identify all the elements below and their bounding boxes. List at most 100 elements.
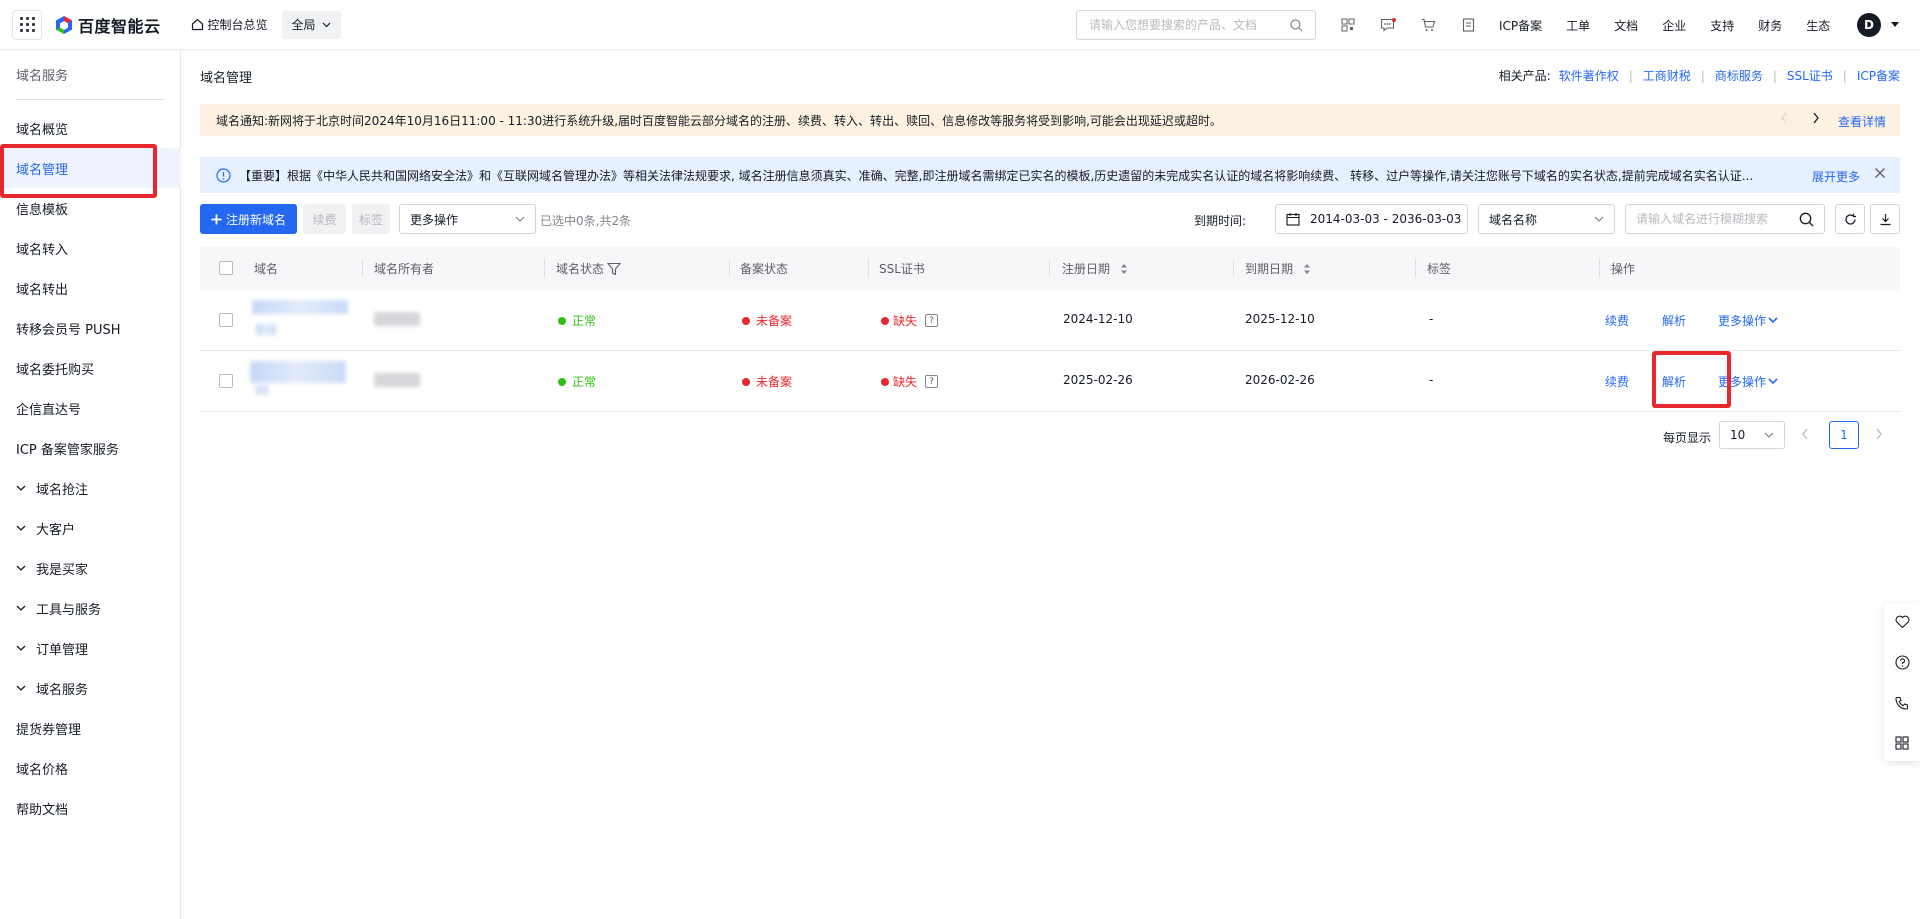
selection-count: 已选中0条,共2条 <box>540 214 632 228</box>
separator: | <box>1772 68 1777 83</box>
next-page-icon[interactable] <box>1875 428 1883 440</box>
chevron-left-icon[interactable] <box>1780 112 1788 124</box>
domain-name-redacted[interactable] <box>250 361 346 383</box>
ssl-status: 缺失? <box>881 312 939 329</box>
select-all-checkbox[interactable] <box>219 261 233 275</box>
global-search[interactable] <box>1076 10 1316 40</box>
related-link-trademark[interactable]: 商标服务 <box>1715 67 1763 84</box>
close-icon[interactable] <box>1874 167 1886 179</box>
filter-icon[interactable] <box>607 262 622 276</box>
nav-ecosystem[interactable]: 生态 <box>1806 17 1830 34</box>
baidu-cloud-logo[interactable]: 百度智能云 <box>54 13 161 37</box>
help-icon[interactable]: ? <box>925 375 939 388</box>
search-field-select[interactable]: 域名名称 <box>1478 204 1615 234</box>
resolve-link[interactable]: 解析 <box>1662 373 1686 390</box>
download-button[interactable] <box>1870 204 1900 234</box>
per-page-select[interactable]: 10 <box>1719 421 1785 449</box>
caret-down-icon[interactable] <box>1891 22 1899 27</box>
per-page-label: 每页显示 <box>1663 431 1712 445</box>
renew-link[interactable]: 续费 <box>1605 312 1629 329</box>
help-icon[interactable]: ? <box>925 314 939 327</box>
related-link-software-copyright[interactable]: 软件著作权 <box>1559 67 1619 84</box>
nav-support[interactable]: 支持 <box>1710 17 1734 34</box>
region-selector[interactable]: 全局 <box>281 10 341 39</box>
message-icon[interactable] <box>1378 15 1398 35</box>
domain-name-redacted[interactable] <box>256 385 268 395</box>
cart-icon[interactable] <box>1418 15 1438 35</box>
sidebar-item[interactable]: 域名委托购买 <box>0 348 181 388</box>
page-number-current[interactable]: 1 <box>1829 421 1859 449</box>
renew-link[interactable]: 续费 <box>1605 373 1629 390</box>
chevron-right-icon[interactable] <box>1812 112 1820 124</box>
sidebar-item[interactable]: 大客户 <box>0 508 181 548</box>
console-overview-label: 控制台总览 <box>207 18 268 32</box>
domain-search-input[interactable] <box>1636 212 1799 226</box>
sidebar-item[interactable]: 企信直达号 <box>0 388 181 428</box>
tag-button[interactable]: 标签 <box>352 204 390 234</box>
related-link-business-tax[interactable]: 工商财税 <box>1643 67 1691 84</box>
console-overview-link[interactable]: 控制台总览 <box>191 16 268 33</box>
search-icon[interactable] <box>1290 18 1303 32</box>
beian-status-text: 未备案 <box>756 314 793 328</box>
expand-more-link[interactable]: 展开更多 <box>1812 168 1860 185</box>
more-actions-dropdown[interactable]: 更多操作 <box>1718 312 1778 329</box>
domain-name-redacted[interactable] <box>256 324 276 335</box>
sidebar-item[interactable]: ICP 备案管家服务 <box>0 428 181 468</box>
resolve-link[interactable]: 解析 <box>1662 312 1686 329</box>
sidebar-item[interactable]: 帮助文档 <box>0 788 181 828</box>
row-checkbox[interactable] <box>219 374 233 388</box>
sidebar-item[interactable]: 域名管理 <box>0 148 181 188</box>
refresh-button[interactable] <box>1835 204 1865 234</box>
header-reg-date[interactable]: 注册日期 <box>1062 260 1128 277</box>
related-link-ssl[interactable]: SSL证书 <box>1787 67 1833 84</box>
nav-docs[interactable]: 文档 <box>1614 17 1638 34</box>
global-search-input[interactable] <box>1089 18 1290 32</box>
top-nav-links: ICP备案 工单 文档 企业 支持 财务 生态 <box>1499 0 1854 50</box>
beian-status-text: 未备案 <box>756 375 793 389</box>
nav-icp[interactable]: ICP备案 <box>1499 17 1542 34</box>
sidebar-item[interactable]: 域名抢注 <box>0 468 181 508</box>
domain-name-redacted[interactable] <box>252 300 348 314</box>
nav-enterprise[interactable]: 企业 <box>1662 17 1686 34</box>
renew-button[interactable]: 续费 <box>303 204 346 234</box>
heart-icon[interactable] <box>1894 614 1910 630</box>
more-operations-label: 更多操作 <box>410 212 459 227</box>
sidebar-item[interactable]: 域名概览 <box>0 108 181 148</box>
sidebar-item[interactable]: 域名转出 <box>0 268 181 308</box>
header-exp-date[interactable]: 到期日期 <box>1245 260 1311 277</box>
sort-icon[interactable] <box>1303 263 1311 275</box>
row-checkbox[interactable] <box>219 313 233 327</box>
sidebar-item[interactable]: 工具与服务 <box>0 588 181 628</box>
sidebar-item[interactable]: 订单管理 <box>0 628 181 668</box>
user-avatar[interactable]: D <box>1857 13 1881 37</box>
refresh-icon <box>1844 213 1856 225</box>
nav-ticket[interactable]: 工单 <box>1566 17 1590 34</box>
register-domain-button[interactable]: 注册新域名 <box>200 204 297 234</box>
document-icon[interactable] <box>1458 15 1478 35</box>
related-link-icp[interactable]: ICP备案 <box>1857 67 1900 84</box>
sort-icon[interactable] <box>1120 263 1128 275</box>
sidebar-item[interactable]: 域名转入 <box>0 228 181 268</box>
help-icon[interactable] <box>1894 654 1910 670</box>
sidebar-item-label: 订单管理 <box>36 642 89 658</box>
more-operations-select[interactable]: 更多操作 <box>399 204 536 234</box>
sidebar-item[interactable]: 我是买家 <box>0 548 181 588</box>
qrcode-icon[interactable] <box>1338 15 1358 35</box>
apps-grid-icon[interactable] <box>1894 735 1910 751</box>
sidebar-item[interactable]: 域名服务 <box>0 668 181 708</box>
sidebar-item[interactable]: 提货券管理 <box>0 708 181 748</box>
phone-icon[interactable] <box>1894 695 1910 711</box>
nav-finance[interactable]: 财务 <box>1758 17 1782 34</box>
previous-page-icon[interactable] <box>1801 428 1809 440</box>
sidebar-item[interactable]: 转移会员号 PUSH <box>0 308 181 348</box>
sidebar-item[interactable]: 信息模板 <box>0 188 181 228</box>
search-icon[interactable] <box>1799 212 1814 227</box>
apps-menu-button[interactable] <box>12 9 42 40</box>
expiry-date-range-picker[interactable]: 2014-03-03 - 2036-03-03 <box>1275 204 1468 234</box>
domain-search-box[interactable] <box>1625 204 1825 234</box>
more-actions-dropdown[interactable]: 更多操作 <box>1718 373 1778 390</box>
sidebar-item[interactable]: 域名价格 <box>0 748 181 788</box>
sidebar-item-label: 域名抢注 <box>36 482 89 498</box>
sidebar-item-label: 信息模板 <box>16 202 69 218</box>
notice-detail-link[interactable]: 查看详情 <box>1838 113 1886 130</box>
